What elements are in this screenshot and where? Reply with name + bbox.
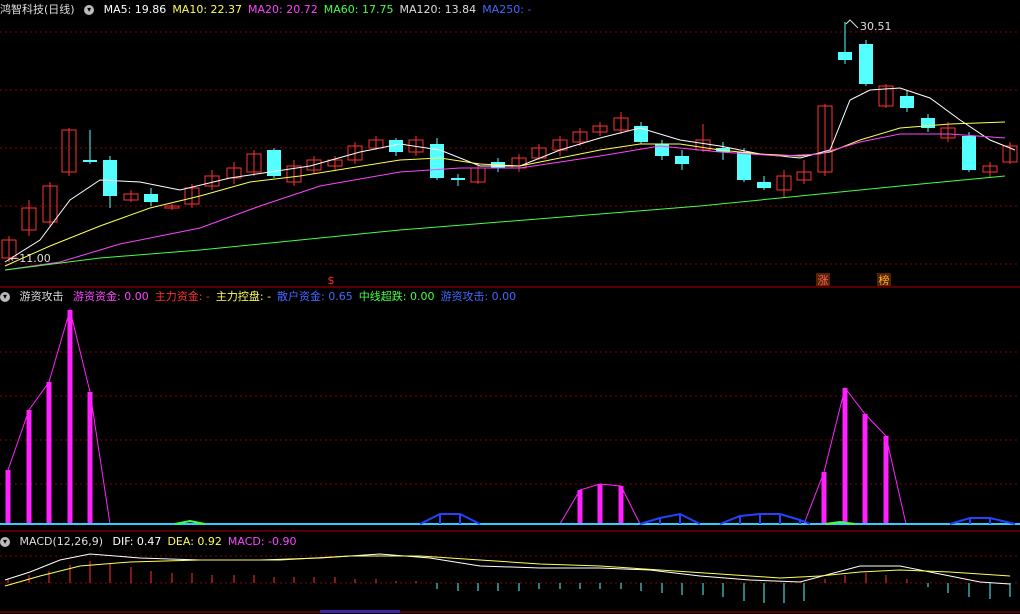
event-marker: $ (328, 274, 335, 287)
candle-body (859, 44, 873, 84)
collapse-icon[interactable]: ▾ (84, 5, 95, 15)
candle-body (737, 152, 751, 180)
event-marker: 涨 (818, 274, 829, 287)
indicator-value-label: 游资资金: 0.00 (73, 290, 149, 303)
indicator-value-label: 散户资金: 0.65 (277, 290, 353, 303)
candle-body (103, 160, 117, 196)
attack-bar (821, 472, 827, 524)
ma-value-label: MA60: 17.75 (323, 3, 394, 16)
high-price-label: 30.51 (860, 20, 892, 33)
attack-line (803, 386, 907, 525)
collapse-icon[interactable]: ▾ (0, 537, 10, 547)
indicator-value-label: 中线超跌: 0.00 (358, 290, 435, 303)
indicator-value-label: 游资攻击: 0.00 (440, 290, 517, 303)
attack-bar (87, 392, 93, 524)
macd-panel-header: ▾ MACD(12,26,9) DIF: 0.47 DEA: 0.92 MACD: … (0, 534, 309, 550)
high-arrow (845, 19, 859, 29)
retail-line (419, 513, 481, 525)
candle-body (962, 136, 976, 170)
attack-bar (46, 382, 52, 524)
attack-bar (597, 484, 603, 524)
ma5-line (4, 87, 1016, 263)
macd-value-label: MACD: -0.90 (227, 535, 297, 548)
macd-value-label: DEA: 0.92 (167, 535, 222, 548)
dea-line (4, 555, 1011, 587)
candle-body (144, 194, 158, 202)
collapse-icon[interactable]: ▾ (0, 292, 10, 302)
retail-line (719, 513, 811, 525)
ma-value-label: MA20: 20.72 (248, 3, 318, 16)
attack-bar (67, 310, 73, 524)
candle-body (451, 178, 465, 180)
attack-bar (577, 490, 583, 524)
attack-line (7, 308, 111, 525)
ma60-line (4, 175, 1006, 271)
candle-body (838, 52, 852, 60)
candle-body (675, 156, 689, 164)
ma-value-label: MA10: 22.37 (172, 3, 243, 16)
candle-body (900, 96, 914, 108)
indicator-title: 游资攻击 (19, 290, 64, 303)
stock-chart[interactable]: 30.51 ←11.00 $ 涨 榜 (0, 0, 1020, 614)
macd-value-label: DIF: 0.47 (112, 535, 162, 548)
indicator-panel-header: ▾ 游资攻击 游资资金: 0.00 主力资金: - 主力控盘: - 散户资金: 0.6… (0, 289, 528, 305)
scroll-thumb[interactable] (320, 610, 400, 613)
event-marker: 榜 (879, 273, 890, 287)
low-price-label: ←11.00 (10, 252, 51, 265)
ma-value-label: MA250: - (482, 3, 532, 16)
attack-bar (883, 436, 889, 524)
ma-value-label: MA5: 19.86 (103, 3, 167, 16)
candle-body (757, 182, 771, 188)
attack-bar (862, 414, 868, 524)
indicator-value-label: 主力资金: - (154, 290, 210, 303)
main-panel-header: 鸿智科技(日线) ▾ MA5: 19.86 MA10: 22.37 MA20: 20… (0, 2, 543, 18)
attack-bar (26, 410, 32, 524)
attack-bar (5, 470, 11, 524)
dif-line (4, 553, 1011, 585)
candle-body (83, 160, 97, 162)
retail-line (639, 512, 701, 525)
attack-bar (842, 388, 848, 524)
ma-value-label: MA120: 13.84 (399, 3, 477, 16)
indicator-value-label: 主力控盘: - (215, 290, 272, 303)
attack-bar (618, 486, 624, 524)
macd-title: MACD(12,26,9) (19, 535, 104, 548)
stock-title: 鸿智科技(日线) (0, 3, 75, 16)
